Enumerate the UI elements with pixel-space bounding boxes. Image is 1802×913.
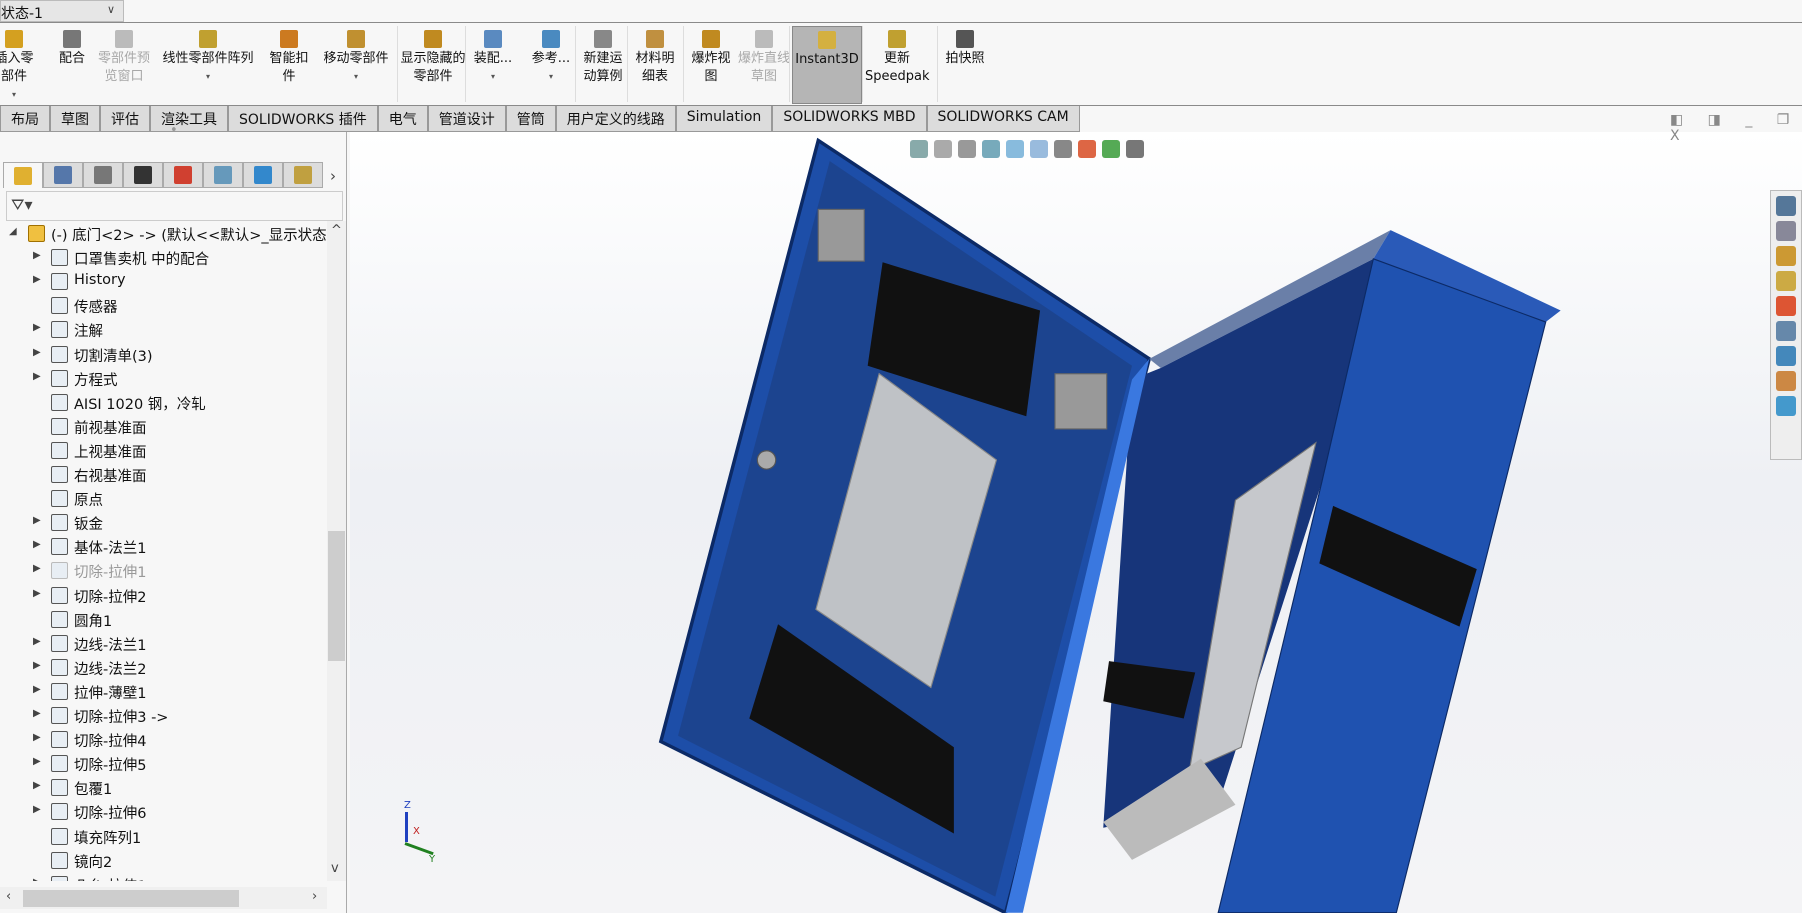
apply-scene-icon[interactable] [1102,140,1120,158]
triad-y-label: Y [429,854,436,865]
toolbox-icon[interactable] [1776,396,1796,416]
custom-properties-icon[interactable] [1776,321,1796,341]
appearances-icon[interactable] [1776,296,1796,316]
view-orientation-icon[interactable] [1006,140,1024,158]
view-settings-icon[interactable] [1126,140,1144,158]
task-pane-tabs [1770,190,1802,460]
door-lock [756,450,777,470]
window-controls[interactable]: ◧ ◨ _ ❐ X [1670,112,1802,144]
edit-appearance-icon[interactable] [1078,140,1096,158]
section-view-icon[interactable] [982,140,1000,158]
triad-z-axis [405,812,408,842]
display-style-icon[interactable] [1030,140,1048,158]
heads-up-view-toolbar [910,138,1144,160]
door-speaker-top [817,208,865,262]
home-icon[interactable] [1776,196,1796,216]
3d-model[interactable] [0,0,1802,913]
solidworks-resources-icon[interactable] [1776,371,1796,391]
triad-x-label: X [413,826,420,837]
zoom-to-fit-icon[interactable] [910,140,928,158]
forum-icon[interactable] [1776,346,1796,366]
hide-show-icon[interactable] [1054,140,1072,158]
view-palette-icon[interactable] [1776,271,1796,291]
previous-view-icon[interactable] [958,140,976,158]
door-speaker-right [1054,373,1108,430]
zoom-area-icon[interactable] [934,140,952,158]
triad-z-label: Z [404,800,411,811]
design-library-icon[interactable] [1776,221,1796,241]
file-explorer-icon[interactable] [1776,246,1796,266]
